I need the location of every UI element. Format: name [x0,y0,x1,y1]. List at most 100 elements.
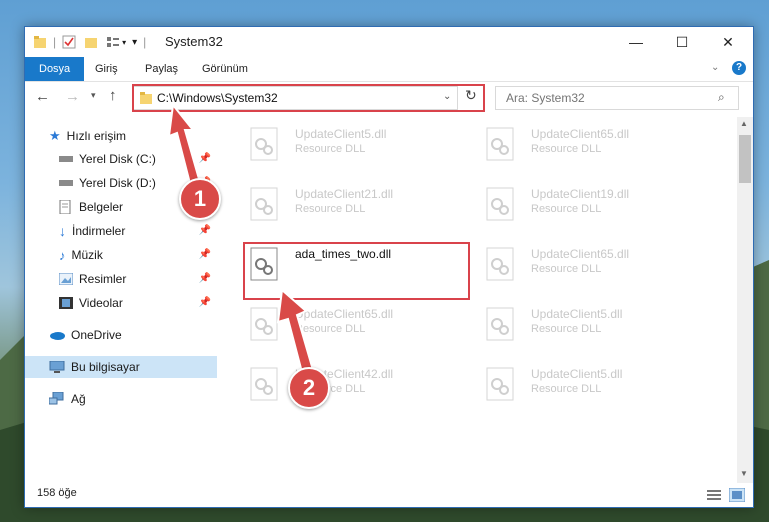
pin-icon: 📌 [198,225,211,236]
sidebar-item-downloads[interactable]: ↓ İndirmeler 📌 [25,220,217,242]
dll-file-icon [486,247,514,281]
back-arrow-icon[interactable]: ← [35,88,50,105]
sidebar-item-label: Yerel Disk (D:) [79,176,156,190]
title-bar: | ▾ ▾ | System32 — ☐ ✕ [25,27,753,57]
sidebar-item-label: Videolar [79,296,123,310]
sidebar-item-label: Belgeler [79,200,124,214]
recent-locations-icon[interactable]: ▾ [91,90,96,101]
documents-icon [59,200,71,214]
scroll-up-icon[interactable]: ▲ [740,119,748,128]
sidebar-item-onedrive[interactable]: OneDrive [25,324,217,346]
sidebar-item-music[interactable]: ♪ Müzik 📌 [25,244,217,266]
onedrive-icon [50,332,65,340]
file-explorer-window: | ▾ ▾ | System32 — ☐ ✕ Dosya Giriş Payla… [24,26,754,508]
file-description: Resource DLL [531,263,602,275]
view-icon[interactable] [106,35,120,49]
window-title: System32 [165,34,223,49]
large-icons-view-icon[interactable] [729,488,745,502]
dll-file-icon [486,127,514,161]
toolbar-separator: | [53,35,57,49]
file-item[interactable]: UpdateClient19.dll Resource DLL [476,181,696,231]
file-name: UpdateClient5.dll [531,367,623,381]
sidebar-item-label: İndirmeler [72,224,126,238]
properties-icon[interactable] [62,35,76,49]
videos-icon [59,297,73,309]
sidebar-item-label: Yerel Disk (C:) [79,152,156,166]
sidebar-item-pictures[interactable]: Resimler 📌 [25,268,217,290]
file-description: Resource DLL [295,203,366,215]
dll-file-icon [486,187,514,221]
file-item[interactable]: UpdateClient5.dll Resource DLL [240,121,460,171]
folder-icon[interactable] [33,35,47,49]
download-icon: ↓ [59,223,66,239]
quick-access-toolbar: | ▾ ▾ | [33,32,146,52]
minimize-button[interactable]: — [613,27,659,57]
dll-file-icon [250,187,278,221]
pin-icon: 📌 [198,297,211,308]
file-description: Resource DLL [531,383,602,395]
computer-icon [49,361,65,373]
help-icon[interactable]: ? [732,61,746,75]
file-description: Resource DLL [295,143,366,155]
drive-icon [59,180,73,186]
file-name: UpdateClient65.dll [531,127,630,141]
sidebar-item-label: Müzik [71,248,103,262]
sidebar-item-this-pc[interactable]: Bu bilgisayar [25,356,217,378]
tab-share[interactable]: Paylaş [145,57,178,81]
sidebar-item-label: OneDrive [71,328,122,342]
file-name: UpdateClient21.dll [295,187,394,201]
file-description: Resource DLL [531,143,602,155]
up-arrow-icon[interactable]: ↑ [109,87,117,104]
vertical-scrollbar[interactable]: ▲ ▼ [737,117,753,483]
file-description: Resource DLL [531,323,602,335]
tab-home[interactable]: Giriş [95,57,118,81]
file-item[interactable]: UpdateClient65.dll Resource DLL [476,241,696,291]
step2-badge: 2 [288,367,330,409]
file-name: UpdateClient65.dll [531,247,630,261]
file-description: Resource DLL [531,203,602,215]
scrollbar-thumb[interactable] [739,135,751,183]
toolbar-separator: | [143,35,147,49]
pin-icon: 📌 [198,273,211,284]
step1-badge: 1 [179,178,221,220]
sidebar-item-label: Hızlı erişim [66,129,126,143]
pictures-icon [59,273,73,285]
file-name: UpdateClient5.dll [295,127,387,141]
maximize-button[interactable]: ☐ [659,27,705,57]
search-box[interactable]: ⌕ [495,86,739,110]
expand-ribbon-icon[interactable]: ⌄ [711,62,719,73]
sidebar-item-network[interactable]: Ağ [25,388,217,410]
item-count: 158 öğe [37,487,77,499]
file-item[interactable]: UpdateClient5.dll Resource DLL [476,361,696,411]
customize-toolbar-icon[interactable]: ▾ [132,37,137,48]
tab-file[interactable]: Dosya [25,57,85,81]
dll-file-icon [486,307,514,341]
dll-file-icon [250,127,278,161]
file-item[interactable]: UpdateClient21.dll Resource DLL [240,181,460,231]
file-item[interactable]: UpdateClient65.dll Resource DLL [476,121,696,171]
details-view-icon[interactable] [707,489,721,501]
chevron-down-icon[interactable]: ▾ [122,38,126,47]
file-name: UpdateClient19.dll [531,187,630,201]
new-folder-icon[interactable] [84,35,98,49]
forward-arrow-icon[interactable]: → [65,88,80,105]
search-input[interactable] [504,90,708,106]
file-name: UpdateClient5.dll [531,307,623,321]
tab-view[interactable]: Görünüm [202,57,248,81]
sidebar-item-label: Ağ [71,392,86,406]
dll-file-icon [486,367,514,401]
status-bar: 158 öğe [25,483,753,507]
sidebar-item-label: Bu bilgisayar [71,360,140,374]
close-button[interactable]: ✕ [705,27,751,57]
sidebar-item-videos[interactable]: Videolar 📌 [25,292,217,314]
search-icon[interactable]: ⌕ [718,90,725,105]
sidebar-item-label: Resimler [79,272,127,286]
network-icon [49,392,64,405]
drive-icon [59,156,73,162]
scroll-down-icon[interactable]: ▼ [740,469,748,478]
file-item[interactable]: UpdateClient5.dll Resource DLL [476,301,696,351]
pin-icon: 📌 [198,249,211,260]
star-icon: ★ [49,128,61,143]
ribbon-tabs: Dosya Giriş Paylaş Görünüm ⌄ ? [25,57,753,82]
music-icon: ♪ [59,247,66,263]
